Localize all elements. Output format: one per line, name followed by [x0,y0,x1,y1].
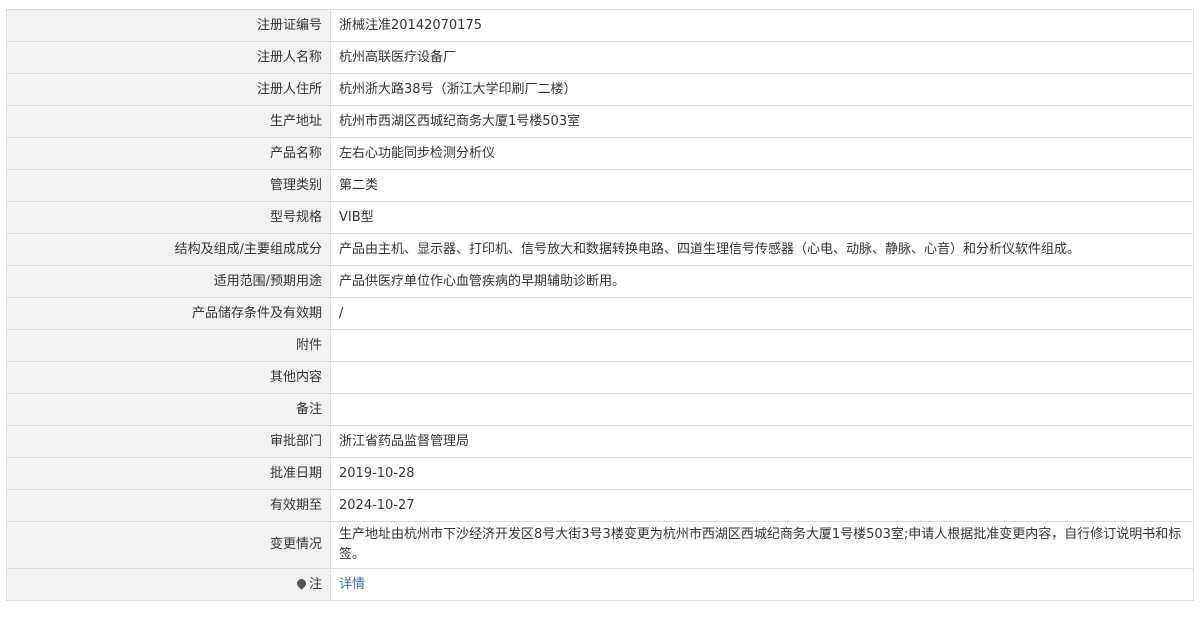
field-label: 型号规格 [6,201,331,234]
note-label-cell: 注 [6,568,331,601]
field-label: 备注 [6,393,331,426]
note-label: 注 [308,576,322,592]
details-link[interactable]: 详情 [339,577,365,592]
table-row: 管理类别 第二类 [6,169,1194,202]
field-label: 产品储存条件及有效期 [6,297,331,330]
field-label: 适用范围/预期用途 [6,265,331,298]
field-value: 产品由主机、显示器、打印机、信号放大和数据转换电路、四道生理信号传感器（心电、动… [330,233,1194,266]
field-label: 产品名称 [6,137,331,170]
table-row: 批准日期 2019-10-28 [6,457,1194,490]
table-row: 附件 [6,329,1194,362]
field-label: 注册证编号 [6,9,331,42]
table-row: 注册人住所 杭州浙大路38号（浙江大学印刷厂二楼） [6,73,1194,106]
field-value: 产品供医疗单位作心血管疾病的早期辅助诊断用。 [330,265,1194,298]
field-value: 杭州浙大路38号（浙江大学印刷厂二楼） [330,73,1194,106]
table-row: 变更情况 生产地址由杭州市下沙经济开发区8号大街3号3楼变更为杭州市西湖区西城纪… [6,521,1194,569]
field-label: 注册人名称 [6,41,331,74]
table-row: 审批部门 浙江省药品监督管理局 [6,425,1194,458]
field-label: 结构及组成/主要组成成分 [6,233,331,266]
field-label: 注册人住所 [6,73,331,106]
table-row: 注册人名称 杭州高联医疗设备厂 [6,41,1194,74]
field-value [330,361,1194,394]
table-row: 结构及组成/主要组成成分 产品由主机、显示器、打印机、信号放大和数据转换电路、四… [6,233,1194,266]
table-row: 适用范围/预期用途 产品供医疗单位作心血管疾病的早期辅助诊断用。 [6,265,1194,298]
table-row: 注册证编号 浙械注准20142070175 [6,9,1194,42]
field-value: 2019-10-28 [330,457,1194,490]
table-row: 型号规格 VIB型 [6,201,1194,234]
field-value: 杭州高联医疗设备厂 [330,41,1194,74]
field-value [330,393,1194,426]
field-value: VIB型 [330,201,1194,234]
table-row: 生产地址 杭州市西湖区西城纪商务大厦1号楼503室 [6,105,1194,138]
field-label: 批准日期 [6,457,331,490]
field-value: / [330,297,1194,330]
field-value: 浙械注准20142070175 [330,9,1194,42]
field-value: 杭州市西湖区西城纪商务大厦1号楼503室 [330,105,1194,138]
field-value: 第二类 [330,169,1194,202]
field-label: 审批部门 [6,425,331,458]
field-value: 生产地址由杭州市下沙经济开发区8号大街3号3楼变更为杭州市西湖区西城纪商务大厦1… [330,521,1194,569]
field-label: 附件 [6,329,331,362]
table-row: 产品名称 左右心功能同步检测分析仪 [6,137,1194,170]
field-value: 浙江省药品监督管理局 [330,425,1194,458]
field-value: 2024-10-27 [330,489,1194,522]
pin-icon [295,576,308,590]
field-value [330,329,1194,362]
table-row: 其他内容 [6,361,1194,394]
table-row: 产品储存条件及有效期 / [6,297,1194,330]
registration-detail-table: 注册证编号 浙械注准20142070175 注册人名称 杭州高联医疗设备厂 注册… [6,9,1194,601]
field-label: 变更情况 [6,521,331,569]
note-value-cell: 详情 [330,568,1194,601]
field-label: 管理类别 [6,169,331,202]
field-label: 生产地址 [6,105,331,138]
field-label: 其他内容 [6,361,331,394]
registration-detail-panel: 注册证编号 浙械注准20142070175 注册人名称 杭州高联医疗设备厂 注册… [6,9,1194,601]
table-row: 备注 [6,393,1194,426]
field-value: 左右心功能同步检测分析仪 [330,137,1194,170]
field-label: 有效期至 [6,489,331,522]
note-row: 注 详情 [6,568,1194,601]
table-row: 有效期至 2024-10-27 [6,489,1194,522]
